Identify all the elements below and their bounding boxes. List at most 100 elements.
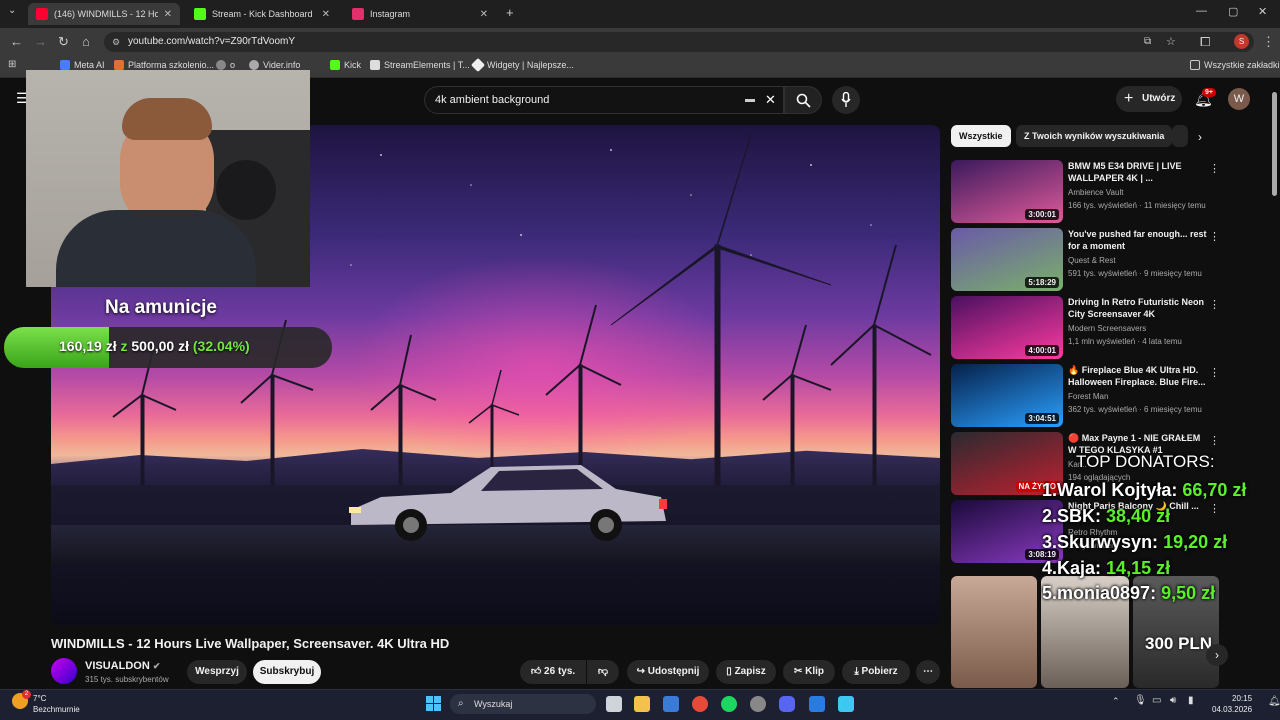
clip-button[interactable]: ✂ Klip bbox=[783, 660, 835, 684]
close-window-icon[interactable]: ✕ bbox=[1258, 5, 1267, 18]
create-button[interactable]: + Utwórz bbox=[1116, 86, 1182, 112]
clear-search-icon[interactable]: ✕ bbox=[765, 87, 776, 113]
video-title: WINDMILLS - 12 Hours Live Wallpaper, Scr… bbox=[51, 636, 450, 651]
taskbar-search[interactable]: ⌕ Wyszukaj bbox=[450, 694, 596, 714]
bookmark-meta-ai[interactable]: Meta AI bbox=[60, 60, 105, 70]
taskbar-clock[interactable]: 20:15 04.03.2026 bbox=[1212, 693, 1252, 715]
recommendation-channel[interactable]: Ambience Vault bbox=[1068, 188, 1123, 197]
recommendation-thumbnail[interactable]: 3:04:51 bbox=[951, 364, 1063, 427]
back-icon[interactable]: ← bbox=[10, 34, 23, 49]
spotify-icon[interactable] bbox=[721, 696, 737, 712]
chip-partial[interactable] bbox=[1172, 125, 1188, 147]
channel-name[interactable]: VISUALDON ✔ bbox=[85, 660, 160, 672]
recommendation-item[interactable]: 5:18:29 You've pushed far enough... rest … bbox=[951, 228, 1221, 292]
donator-name: Warol Kojtyła: bbox=[1057, 480, 1178, 500]
all-bookmarks[interactable]: Wszystkie zakładki bbox=[1190, 60, 1280, 70]
recommendation-channel[interactable]: Quest & Rest bbox=[1068, 256, 1116, 265]
bookmark-o[interactable]: o bbox=[216, 60, 235, 70]
recommendation-title[interactable]: 🔥 Fireplace Blue 4K Ultra HD. Halloween … bbox=[1068, 364, 1208, 388]
more-options-icon[interactable]: ⋮ bbox=[1209, 162, 1220, 175]
more-options-icon[interactable]: ⋮ bbox=[1209, 298, 1220, 311]
battery-icon[interactable]: ▮ bbox=[1188, 695, 1194, 706]
short-thumbnail[interactable] bbox=[951, 576, 1037, 688]
volume-icon[interactable]: 🔊︎ bbox=[1170, 695, 1176, 706]
bookmark-widgety[interactable]: Widgety | Najlepsze... bbox=[470, 57, 574, 73]
more-options-icon[interactable]: ⋮ bbox=[1209, 366, 1220, 379]
browser-menu-icon[interactable]: ⋮ bbox=[1262, 34, 1275, 50]
more-options-icon[interactable]: ⋮ bbox=[1209, 230, 1220, 243]
bookmark-kick[interactable]: Kick bbox=[330, 60, 361, 70]
new-tab-icon[interactable]: + bbox=[506, 5, 514, 20]
weather-widget[interactable]: 7°C Bezchmurnie bbox=[33, 693, 80, 715]
chip-from-search[interactable]: Z Twoich wyników wyszukiwania bbox=[1016, 125, 1173, 147]
shorts-next-icon[interactable]: › bbox=[1206, 644, 1228, 666]
keyboard-icon[interactable]: ▬ bbox=[745, 87, 755, 113]
forward-icon[interactable]: → bbox=[34, 34, 47, 49]
bookmark-platforma[interactable]: Platforma szkoleniо... bbox=[114, 60, 214, 70]
chip-all[interactable]: Wszystkie bbox=[951, 125, 1011, 147]
url-field[interactable]: ⚙ youtube.com/watch?v=Z90rTdVoomY ⧉ ☆ bbox=[104, 32, 1254, 52]
save-button[interactable]: ▯ Zapisz bbox=[716, 660, 776, 684]
bookmark-vider[interactable]: Vider.info bbox=[249, 60, 300, 70]
tray-overflow-icon[interactable]: ⌃ bbox=[1112, 696, 1120, 707]
download-button[interactable]: ⤓ Pobierz bbox=[842, 660, 910, 684]
maximize-icon[interactable]: ▢ bbox=[1228, 5, 1238, 18]
recommendation-title[interactable]: You've pushed far enough... rest for a m… bbox=[1068, 228, 1208, 252]
recommendation-title[interactable]: Driving In Retro Futuristic Neon City Sc… bbox=[1068, 296, 1208, 320]
recommendation-thumbnail[interactable]: 5:18:29 bbox=[951, 228, 1063, 291]
reload-icon[interactable]: ↻ bbox=[58, 34, 69, 50]
more-options-icon[interactable]: ⋮ bbox=[1209, 502, 1220, 515]
install-app-icon[interactable]: ⧉ bbox=[1144, 32, 1151, 52]
tab-search-icon[interactable]: ⌄ bbox=[8, 5, 16, 16]
share-button[interactable]: ↪ Udostępnij bbox=[627, 660, 709, 684]
recommendation-thumbnail[interactable]: 4:00:01 bbox=[951, 296, 1063, 359]
file-explorer-icon[interactable] bbox=[634, 696, 650, 712]
dislike-button[interactable]: 👎︎ bbox=[587, 660, 619, 684]
obs-icon[interactable] bbox=[750, 696, 766, 712]
recommendation-title[interactable]: BMW M5 E34 DRIVE | LIVE WALLPAPER 4K | .… bbox=[1068, 160, 1208, 184]
bookmark-label: Wszystkie zakładki bbox=[1204, 60, 1280, 70]
account-avatar[interactable]: W bbox=[1228, 88, 1250, 110]
app-icon[interactable] bbox=[809, 696, 825, 712]
voice-search-button[interactable] bbox=[832, 86, 860, 114]
close-tab-icon[interactable]: ✕ bbox=[322, 9, 330, 20]
close-tab-icon[interactable]: ✕ bbox=[164, 9, 172, 20]
tab-youtube[interactable]: (146) WINDMILLS - 12 Hours L ✕ bbox=[28, 3, 180, 25]
home-icon[interactable]: ⌂ bbox=[82, 34, 90, 49]
search-input[interactable]: 4k ambient background ▬ ✕ bbox=[424, 86, 784, 114]
chips-next-icon[interactable]: › bbox=[1198, 130, 1202, 144]
like-button[interactable]: 👍︎ 26 tys. bbox=[520, 660, 586, 684]
site-info-icon[interactable]: ⚙ bbox=[112, 32, 120, 52]
more-options-icon[interactable]: ⋮ bbox=[1209, 434, 1220, 447]
recommendation-item[interactable]: 4:00:01 Driving In Retro Futuristic Neon … bbox=[951, 296, 1221, 360]
more-actions-button[interactable]: ⋯ bbox=[916, 660, 940, 684]
search-button[interactable] bbox=[784, 86, 822, 114]
close-tab-icon[interactable]: ✕ bbox=[480, 9, 488, 20]
microphone-tray-icon[interactable]: 🎙︎ bbox=[1134, 695, 1147, 706]
app-icon[interactable] bbox=[838, 696, 854, 712]
task-view-icon[interactable] bbox=[606, 696, 622, 712]
bookmark-star-icon[interactable]: ☆ bbox=[1166, 32, 1176, 52]
bookmark-streamelements[interactable]: StreamElements | T... bbox=[370, 60, 470, 70]
page-scrollbar[interactable] bbox=[1272, 92, 1277, 196]
tab-instagram[interactable]: Instagram ✕ bbox=[344, 3, 496, 25]
notifications-icon[interactable]: 🔔︎ bbox=[1268, 696, 1280, 707]
store-icon[interactable] bbox=[663, 696, 679, 712]
recommendation-thumbnail[interactable]: 3:00:01 bbox=[951, 160, 1063, 223]
apps-grid-icon[interactable]: ⊞ bbox=[8, 59, 16, 70]
subscribe-button[interactable]: Subskrybuj bbox=[253, 660, 321, 684]
support-button[interactable]: Wesprzyj bbox=[187, 660, 247, 684]
tab-kick[interactable]: Stream - Kick Dashboard ✕ bbox=[186, 3, 338, 25]
extensions-icon[interactable]: ⧠ bbox=[1200, 34, 1210, 50]
windows-start-icon[interactable] bbox=[426, 696, 441, 711]
channel-avatar[interactable] bbox=[51, 658, 77, 684]
minimize-icon[interactable]: — bbox=[1196, 5, 1207, 17]
profile-avatar[interactable]: S bbox=[1234, 34, 1249, 49]
recommendation-channel[interactable]: Modern Screensavers bbox=[1068, 324, 1146, 333]
discord-icon[interactable] bbox=[779, 696, 795, 712]
recommendation-channel[interactable]: Forest Man bbox=[1068, 392, 1108, 401]
recommendation-item[interactable]: 3:00:01 BMW M5 E34 DRIVE | LIVE WALLPAPER… bbox=[951, 160, 1221, 224]
chrome-icon[interactable] bbox=[692, 696, 708, 712]
network-icon[interactable]: ▭ bbox=[1152, 695, 1161, 706]
recommendation-item[interactable]: 3:04:51 🔥 Fireplace Blue 4K Ultra HD. Hal… bbox=[951, 364, 1221, 428]
